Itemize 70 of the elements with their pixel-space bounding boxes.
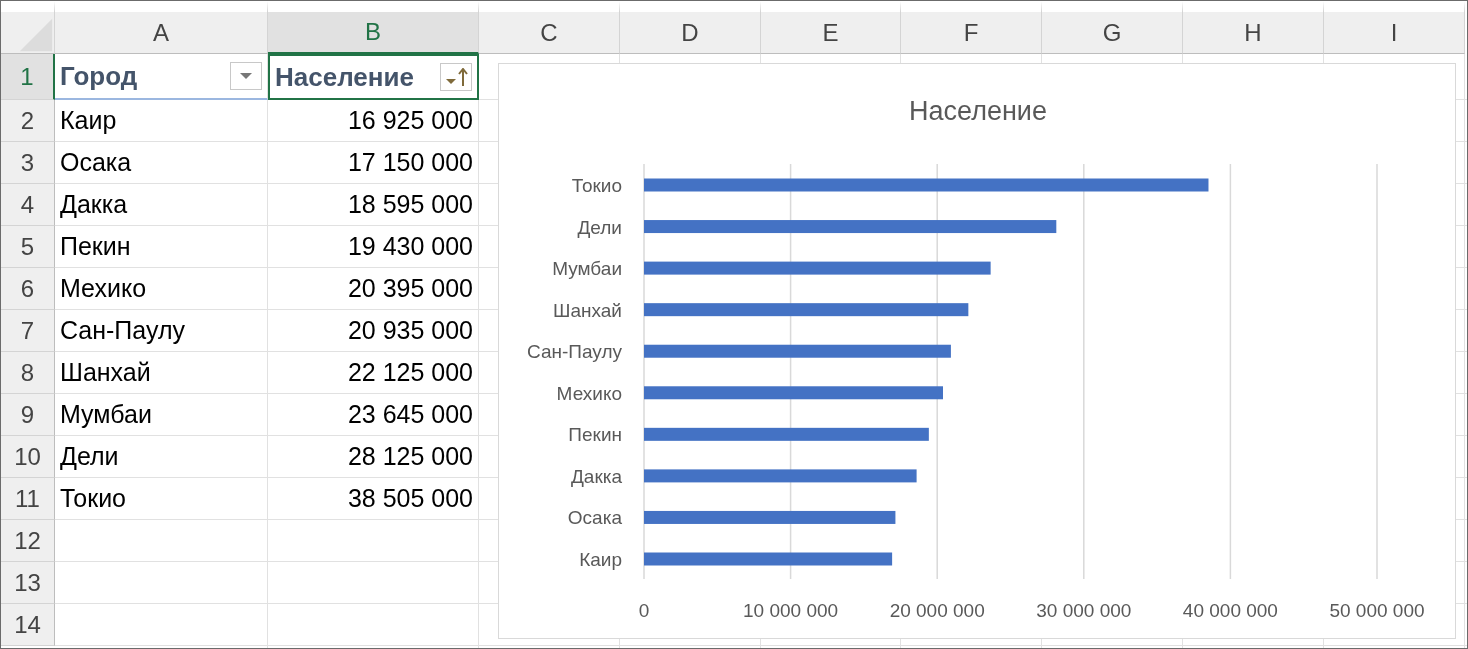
row-header[interactable]: 2 <box>1 100 55 142</box>
axis-tick-label: 20 000 000 <box>889 600 985 621</box>
row-header[interactable]: 12 <box>1 520 55 562</box>
category-label: Токио <box>571 175 622 196</box>
table-cell: Токио <box>60 484 127 513</box>
category-label: Каир <box>579 549 622 570</box>
table-cell: Дакка <box>60 190 128 219</box>
table-cell: 28 125 000 <box>347 442 473 471</box>
column-header[interactable]: A <box>55 1 268 54</box>
chart-area[interactable]: Население Токио Дели Мумбаи Шанхай Сан-Паулу Мехико Пекин Дакка Осака Каир 0 10 000 000 20 000 000 30 000 000 40 000 000 50 000 000 <box>498 63 1456 639</box>
table-cell: Пекин <box>60 232 131 261</box>
row-header[interactable]: 6 <box>1 268 55 310</box>
table-cell: 17 150 000 <box>347 148 473 177</box>
column-header[interactable]: D <box>620 1 761 54</box>
chart-title: Население <box>909 96 1047 126</box>
dropdown-arrow-icon <box>240 73 252 79</box>
row-header[interactable]: 7 <box>1 310 55 352</box>
row-header[interactable]: 4 <box>1 184 55 226</box>
axis-tick-label: 30 000 000 <box>1036 600 1132 621</box>
header-cell[interactable]: Население <box>268 54 479 100</box>
header-cell[interactable]: Город <box>55 54 268 100</box>
category-label: Сан-Паулу <box>527 341 622 363</box>
row-header[interactable]: 13 <box>1 562 55 604</box>
table-cell: 16 925 000 <box>347 106 473 135</box>
table-cell: Шанхай <box>60 358 151 387</box>
category-label: Шанхай <box>553 299 622 321</box>
column-header[interactable]: E <box>761 1 901 54</box>
axis-tick-label: 50 000 000 <box>1329 600 1425 621</box>
row-header[interactable]: 5 <box>1 226 55 268</box>
table-cell: Дели <box>60 442 119 471</box>
table-cell: Мехико <box>60 274 147 303</box>
table-cell: 23 645 000 <box>347 400 473 429</box>
axis-tick-label: 0 <box>638 600 650 621</box>
table-cell: 18 595 000 <box>347 190 473 219</box>
column-header[interactable]: F <box>901 1 1042 54</box>
category-label: Пекин <box>568 424 622 446</box>
table-cell: Сан-Паулу <box>60 316 185 345</box>
table-cell: 38 505 000 <box>347 484 473 513</box>
column-title: Город <box>60 60 138 92</box>
axis-tick-label: 40 000 000 <box>1182 600 1278 621</box>
row-header[interactable]: 14 <box>1 604 55 646</box>
category-label: Осака <box>567 507 622 529</box>
table-cell: Мумбаи <box>60 400 152 429</box>
table-cell: 22 125 000 <box>347 358 473 387</box>
category-label: Дакка <box>570 465 622 487</box>
column-header[interactable]: I <box>1324 1 1465 54</box>
filter-button[interactable] <box>440 63 472 91</box>
column-header[interactable]: C <box>479 1 620 54</box>
column-title: Население <box>275 61 414 93</box>
row-header[interactable]: 3 <box>1 142 55 184</box>
category-label: Мумбаи <box>552 258 622 280</box>
column-header[interactable]: B <box>268 1 479 54</box>
category-label: Дели <box>577 216 622 238</box>
row-header[interactable]: 8 <box>1 352 55 394</box>
filter-button[interactable] <box>230 62 262 90</box>
row-header[interactable]: 1 <box>1 54 55 100</box>
column-header[interactable]: G <box>1042 1 1183 54</box>
row-header[interactable]: 10 <box>1 436 55 478</box>
sort-ascending-icon <box>444 68 468 86</box>
table-cell: 20 395 000 <box>347 274 473 303</box>
table-cell: 20 935 000 <box>347 316 473 345</box>
category-label: Мехико <box>556 382 622 404</box>
table-cell: Каир <box>60 106 117 135</box>
row-header[interactable]: 9 <box>1 394 55 436</box>
triangle-icon <box>18 17 54 53</box>
column-header[interactable]: H <box>1183 1 1324 54</box>
row-header[interactable]: 11 <box>1 478 55 520</box>
table-cell: Осака <box>60 148 132 177</box>
table-cell: 19 430 000 <box>347 232 473 261</box>
axis-tick-label: 10 000 000 <box>743 600 839 621</box>
